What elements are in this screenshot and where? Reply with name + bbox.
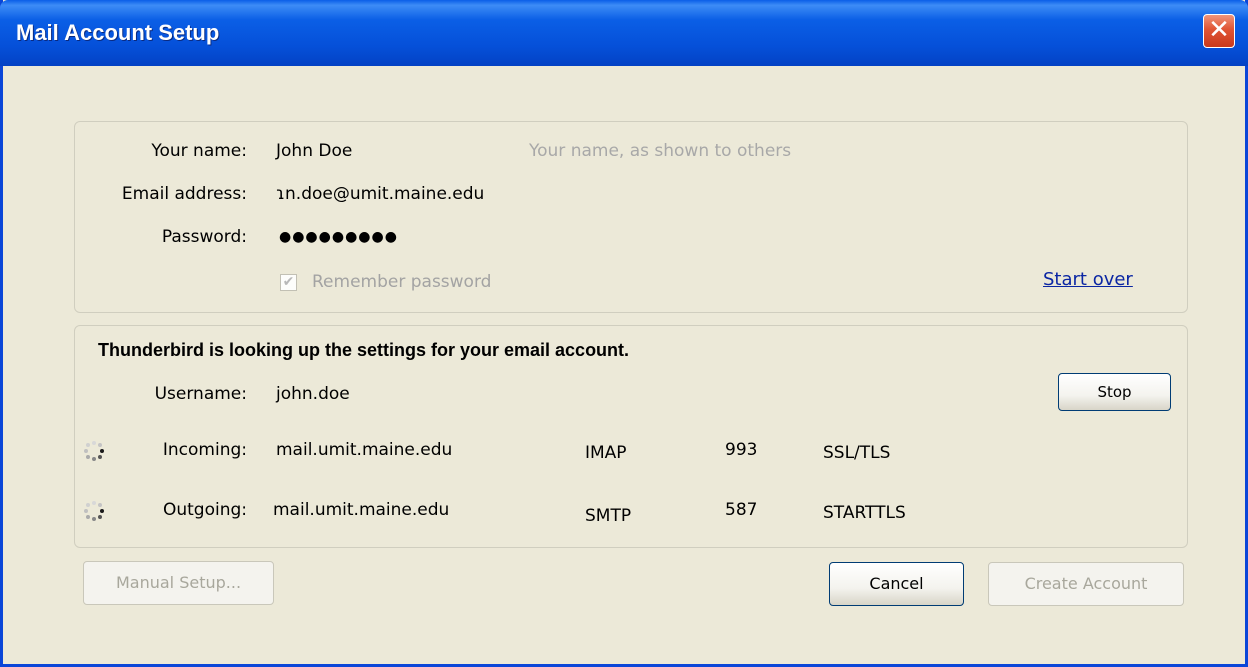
loading-spinner-icon	[84, 441, 104, 461]
close-button[interactable]: ✕	[1203, 14, 1235, 48]
outgoing-security: STARTTLS	[823, 503, 906, 523]
username-label: Username:	[154, 384, 247, 404]
window-title: Mail Account Setup	[16, 20, 220, 45]
incoming-protocol: IMAP	[585, 443, 627, 463]
email-field[interactable]: ɿn.doe@umit.maine.edu	[276, 184, 484, 204]
username-value: john.doe	[276, 384, 350, 404]
manual-setup-button[interactable]: Manual Setup...	[83, 561, 274, 605]
loading-spinner-icon	[84, 501, 104, 521]
outgoing-label: Outgoing:	[162, 500, 247, 520]
close-icon: ✕	[1208, 15, 1230, 45]
create-account-button[interactable]: Create Account	[988, 562, 1184, 606]
mail-account-setup-window: Mail Account Setup ✕ Your name: John Doe…	[0, 0, 1248, 667]
name-label: Your name:	[151, 141, 247, 161]
password-field[interactable]: ●●●●●●●●●	[279, 229, 398, 245]
title-bar[interactable]: Mail Account Setup ✕	[0, 0, 1248, 66]
remember-password-label: Remember password	[312, 272, 492, 292]
email-label: Email address:	[121, 184, 247, 204]
outgoing-server: mail.umit.maine.edu	[273, 500, 450, 520]
checkmark-icon: ✔	[282, 274, 295, 290]
incoming-label: Incoming:	[162, 440, 247, 460]
cancel-button[interactable]: Cancel	[829, 562, 964, 606]
outgoing-port: 587	[725, 500, 758, 520]
incoming-security: SSL/TLS	[823, 443, 891, 463]
name-hint: Your name, as shown to others	[529, 141, 792, 161]
password-label: Password:	[161, 227, 247, 247]
outgoing-protocol: SMTP	[585, 506, 632, 526]
start-over-link[interactable]: Start over	[1043, 269, 1133, 290]
name-field[interactable]: John Doe	[276, 141, 352, 161]
incoming-server: mail.umit.maine.edu	[276, 440, 453, 460]
incoming-port: 993	[725, 440, 758, 460]
lookup-heading: Thunderbird is looking up the settings f…	[98, 340, 630, 360]
remember-password-checkbox[interactable]: ✔	[280, 274, 297, 291]
stop-button[interactable]: Stop	[1058, 373, 1171, 411]
